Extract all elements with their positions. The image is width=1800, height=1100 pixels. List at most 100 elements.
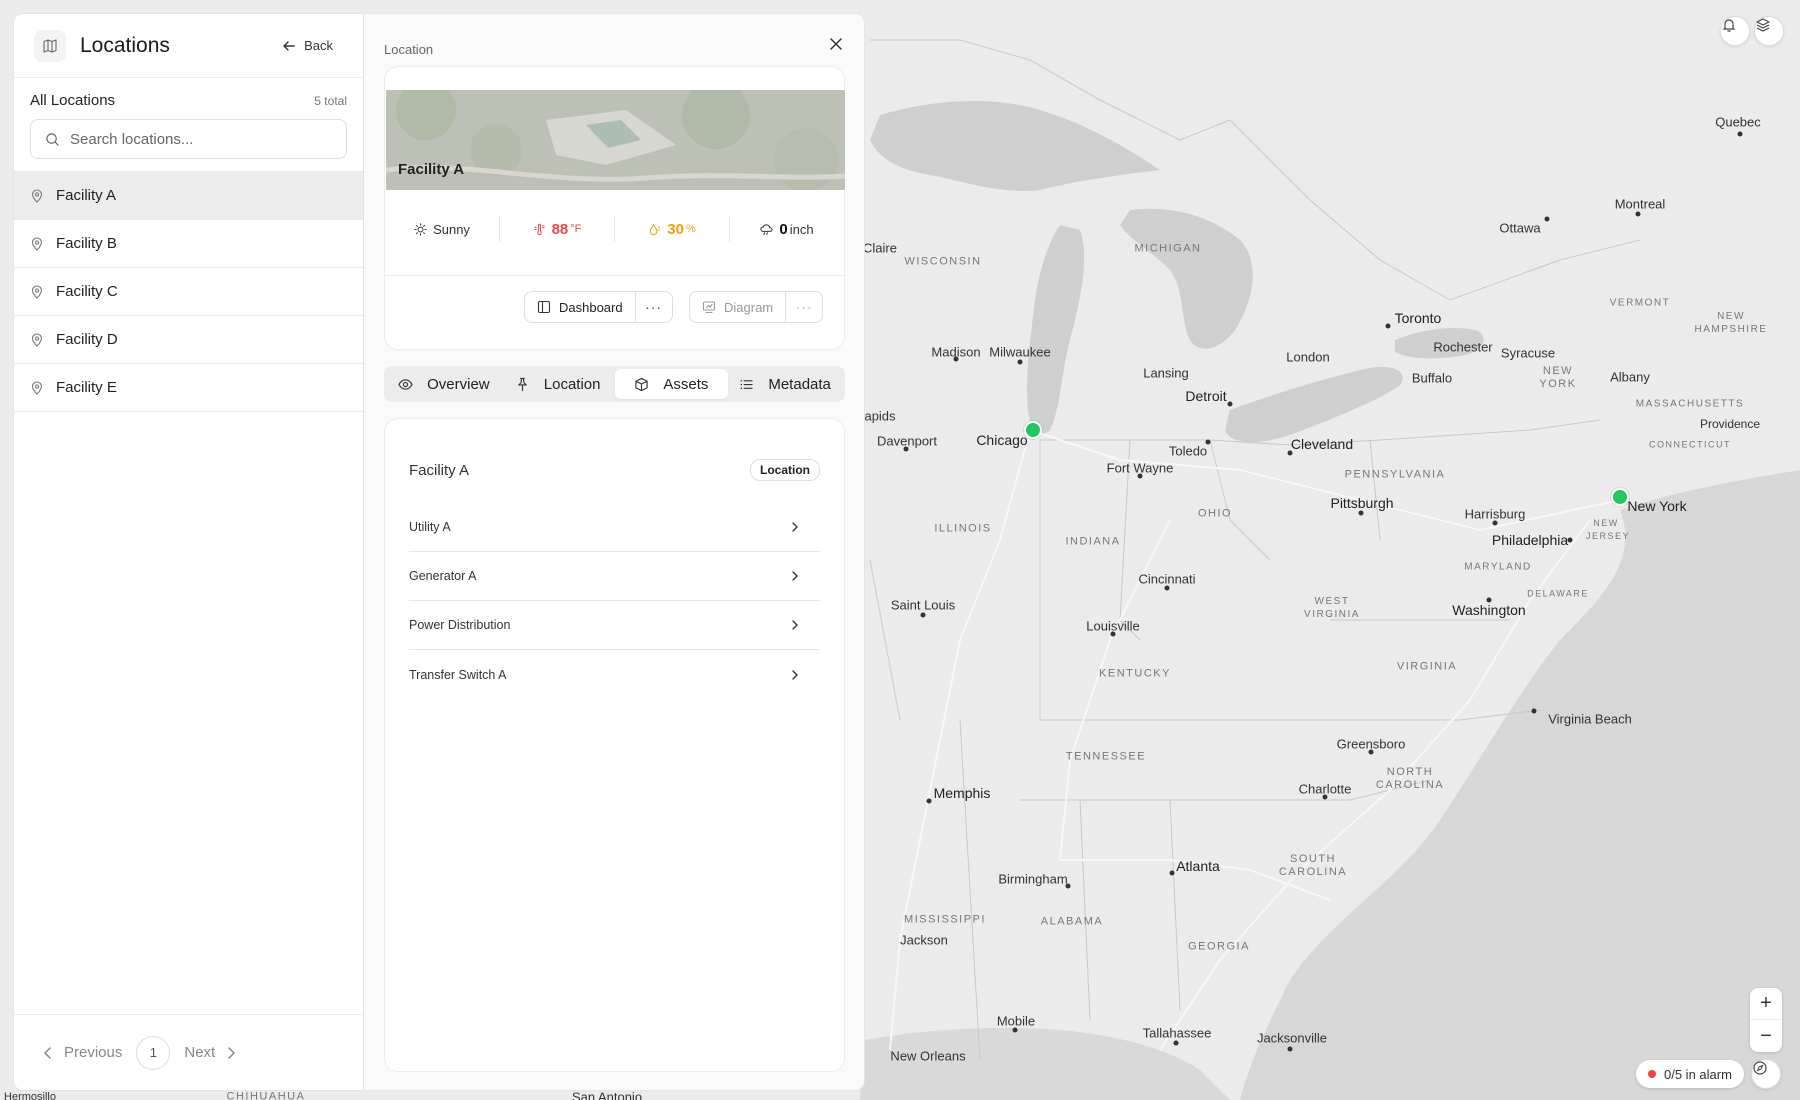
zoom-in-button[interactable]: + [1750, 988, 1782, 1020]
notifications-button[interactable] [1720, 16, 1750, 46]
minus-icon: − [1760, 1024, 1772, 1047]
city-dot [1737, 131, 1743, 137]
zoom-out-button[interactable]: − [1750, 1020, 1782, 1052]
city-dot [1012, 1027, 1018, 1033]
facility-photo: Facility A [386, 90, 845, 190]
region-label: NEW HAMPSHIRE [1694, 311, 1768, 335]
region-label: KENTUCKY [1099, 667, 1171, 680]
region-label: MISSISSIPPI [904, 913, 986, 926]
location-item-label: Facility B [56, 235, 117, 252]
region-label: MARYLAND [1464, 561, 1532, 573]
region-label: INDIANA [1065, 535, 1121, 548]
location-type-badge: Location [750, 459, 820, 481]
location-item-facility-b[interactable]: Facility B [14, 220, 363, 268]
region-label: VIRGINIA [1396, 660, 1458, 673]
tab-location[interactable]: Location [501, 369, 615, 399]
location-marker-new-york[interactable] [1611, 488, 1629, 506]
region-label: OHIO [1197, 507, 1233, 520]
asset-row-transfer-switch-a[interactable]: Transfer Switch A [409, 650, 820, 699]
alarm-status-badge[interactable]: 0/5 in alarm [1636, 1060, 1744, 1088]
compass-button[interactable] [1751, 1059, 1781, 1089]
map-pin-icon [31, 284, 43, 299]
dashboard-button[interactable]: Dashboard [525, 292, 636, 322]
location-detail-panel: Location Facility A Sunny 88 °F 30 % 0 i… [363, 13, 865, 1091]
city-dot [1164, 585, 1170, 591]
location-item-facility-e[interactable]: Facility E [14, 364, 363, 412]
chevron-right-icon [792, 571, 798, 581]
temperature-unit: °F [570, 223, 582, 235]
layers-icon [1756, 18, 1770, 32]
city-dot [1322, 794, 1328, 800]
region-label: NEW JERSEY [1586, 518, 1631, 541]
thermometer-icon [533, 223, 545, 235]
back-button[interactable]: Back [272, 32, 343, 59]
chevron-right-icon [792, 669, 798, 680]
asset-label: Transfer Switch A [409, 667, 507, 682]
dashboard-button-group: Dashboard ··· [524, 291, 673, 323]
tab-metadata[interactable]: Metadata [728, 369, 842, 399]
region-label: WEST VIRGINIA [1304, 596, 1360, 620]
pagination: Previous 1 Next [14, 1014, 363, 1090]
city-dot [1287, 450, 1293, 456]
location-summary-card: Facility A Sunny 88 °F 30% 0 inch Dashbo… [384, 66, 845, 350]
chevron-right-icon [792, 620, 798, 630]
dashboard-more-button[interactable]: ··· [636, 292, 672, 322]
locations-list: Facility A Facility B Facility C Facilit… [14, 171, 363, 412]
asset-row-power-distribution[interactable]: Power Distribution [409, 601, 820, 650]
city-dot [1227, 401, 1233, 407]
card-divider [385, 275, 844, 276]
city-dot [1205, 439, 1211, 445]
region-label: GEORGIA [1188, 940, 1250, 953]
close-button[interactable] [824, 32, 848, 56]
map-pin-icon [31, 236, 43, 251]
region-label: TENNESSEE [1065, 750, 1147, 763]
region-label: NORTH CAROLINA [1375, 766, 1445, 791]
previous-page-button[interactable]: Previous [42, 1044, 122, 1061]
city-dot [953, 356, 959, 362]
current-page-indicator[interactable]: 1 [136, 1035, 171, 1070]
region-label: VERMONT [1609, 297, 1671, 309]
dashboard-icon [537, 300, 551, 314]
city-dot [1635, 211, 1641, 217]
location-item-label: Facility C [56, 283, 118, 300]
asset-row-utility-a[interactable]: Utility A [409, 503, 820, 552]
layers-button[interactable] [1754, 16, 1784, 46]
location-item-facility-d[interactable]: Facility D [14, 316, 363, 364]
alarm-status-text: 0/5 in alarm [1664, 1066, 1732, 1082]
pin-icon [517, 377, 527, 391]
city-dot [1486, 597, 1492, 603]
photo-facility-title: Facility A [398, 161, 465, 178]
locations-count: 5 total [314, 93, 347, 108]
eye-icon [398, 378, 413, 390]
weather-condition: Sunny [385, 216, 500, 242]
city-dot [1531, 708, 1537, 714]
city-dot [1368, 749, 1374, 755]
asset-label: Utility A [409, 520, 451, 534]
humidity: 30% [615, 216, 730, 242]
region-label: ILLINOIS [934, 522, 992, 535]
location-marker-chicago[interactable] [1024, 421, 1042, 439]
asset-row-generator-a[interactable]: Generator A [409, 552, 820, 601]
panel-spacer [14, 412, 363, 1014]
diagram-button[interactable]: Diagram [690, 292, 787, 322]
location-item-facility-a[interactable]: Facility A [14, 172, 363, 220]
asset-label: Generator A [409, 569, 477, 583]
search-input[interactable] [70, 130, 332, 148]
city-dot [903, 446, 909, 452]
next-page-button[interactable]: Next [184, 1044, 237, 1061]
tab-assets[interactable]: Assets [614, 369, 729, 399]
section-title: All Locations [30, 92, 116, 109]
assets-title: Facility A [409, 461, 470, 479]
bell-icon [1722, 19, 1736, 32]
diagram-more-button[interactable]: ··· [786, 292, 822, 322]
tab-overview[interactable]: Overview [387, 369, 501, 399]
city-dot [926, 798, 932, 804]
map-pin-icon [31, 188, 43, 203]
close-icon [830, 38, 842, 50]
chevron-right-icon [792, 522, 798, 532]
humidity-icon [650, 223, 661, 235]
city-dot [1173, 1040, 1179, 1046]
map-pin-icon [31, 380, 43, 395]
location-item-facility-c[interactable]: Facility C [14, 268, 363, 316]
arrow-left-icon [283, 40, 295, 51]
